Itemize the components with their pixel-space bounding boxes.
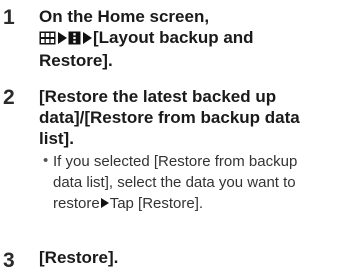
note-text: Tap [Restore]. [109,195,204,212]
step-title-line: On the Home screen, [39,7,210,26]
step-title: [Restore the latest backed up data]/[Res… [39,86,300,149]
note-line: data list], select the data you want to [53,174,296,191]
step-title-line: [Restore the latest backed up [39,87,277,106]
step-title-line: [Restore]. [39,248,119,267]
menu-icon [68,29,81,50]
step-title-text: [Layout backup and [93,28,254,47]
step-1: 1 On the Home screen, [Layout backup and… [0,6,364,78]
step-number: 3 [3,249,15,272]
step-title-line: list]. [39,129,74,148]
note-line: If you selected [Restore from backup [53,153,298,170]
step-title: [Restore]. [39,247,118,268]
note-line: restore Tap [Restore]. [53,193,297,214]
step-title-line: [Layout backup and [39,27,254,50]
note-text: restore [53,195,100,212]
arrow-right-icon [58,32,67,44]
step-number: 1 [3,6,15,29]
step-number: 2 [3,86,15,109]
step-2: 2 [Restore the latest backed up data]/[R… [0,86,364,236]
apps-grid-icon [39,29,56,50]
step-title-line: Restore]. [39,51,113,70]
arrow-right-icon [100,198,109,208]
step-title-line: data]/[Restore from backup data [39,108,300,127]
step-note: If you selected [Restore from backup dat… [53,151,297,214]
step-title: On the Home screen, [Layout backup and R… [39,6,254,71]
step-3: 3 [Restore]. [0,247,364,275]
arrow-right-icon [83,32,92,44]
bullet-icon: • [43,152,49,169]
